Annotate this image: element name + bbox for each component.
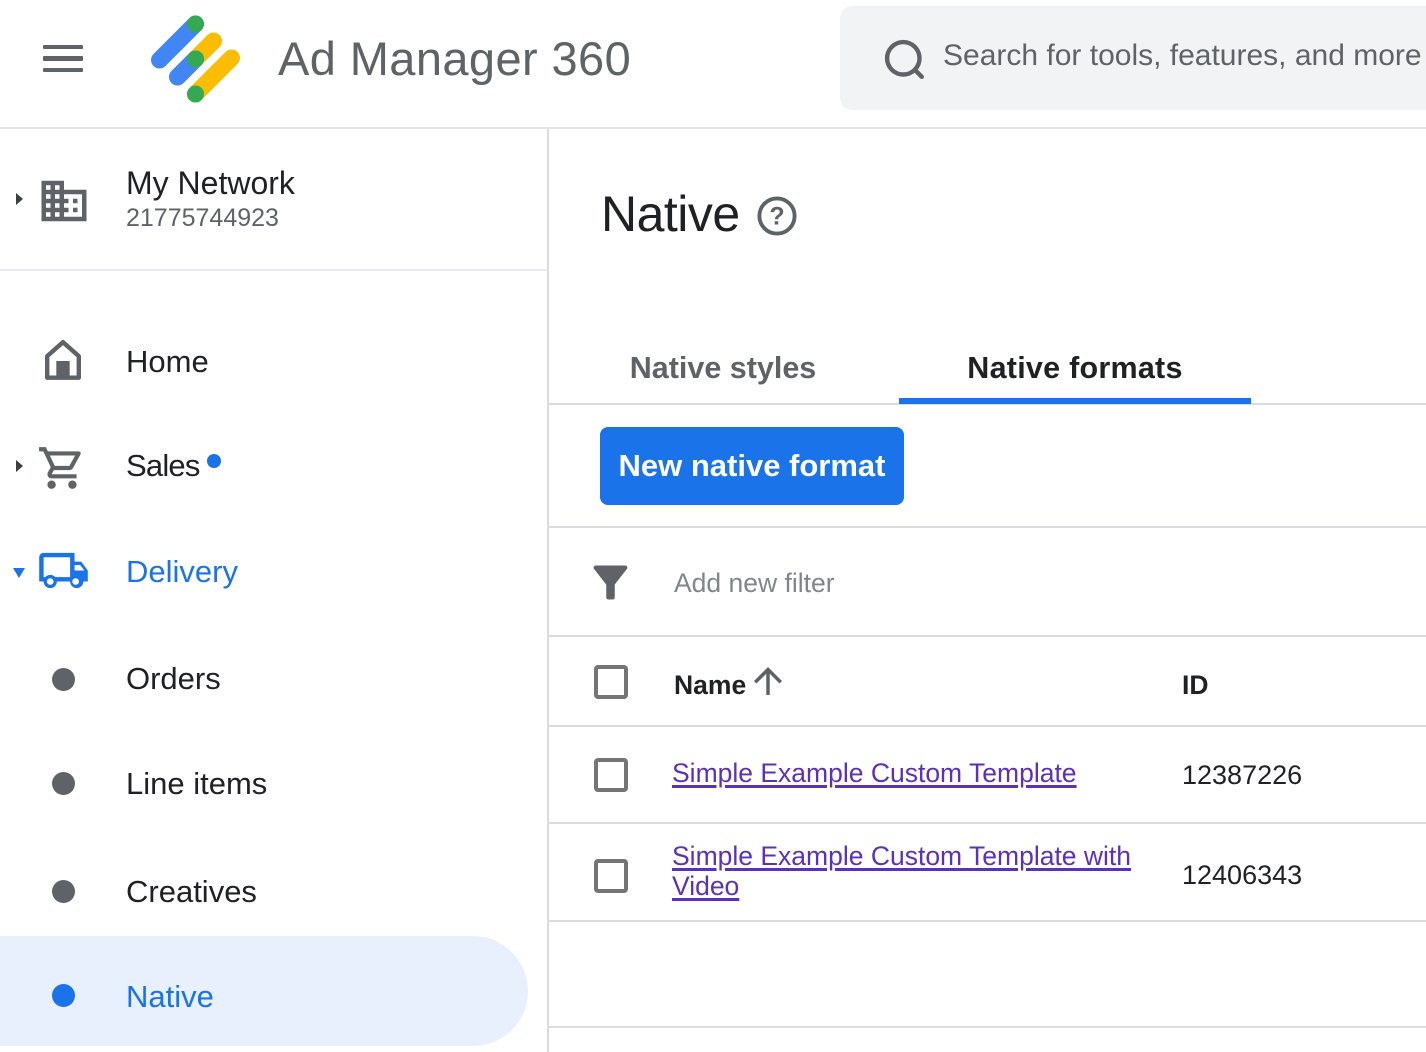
svg-text:?: ? [769, 203, 784, 231]
